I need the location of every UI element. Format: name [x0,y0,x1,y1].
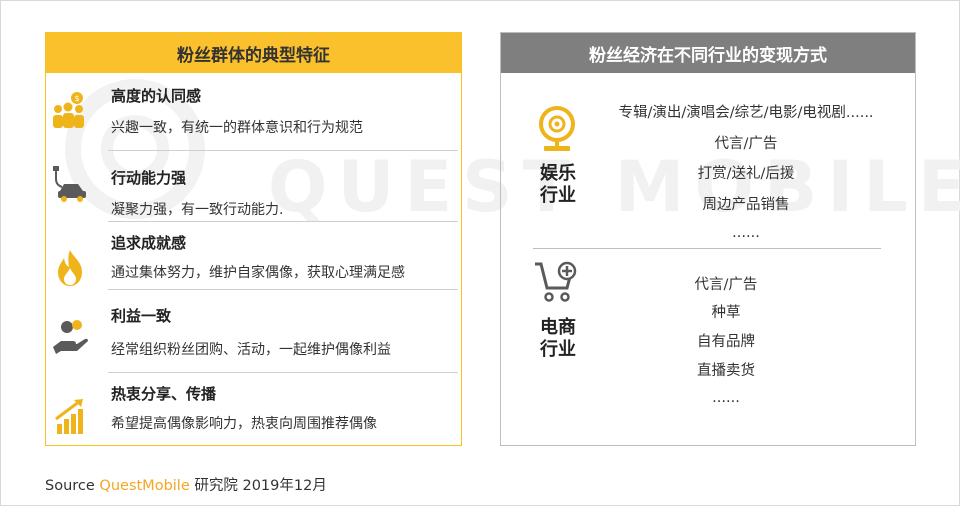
trait-divider [108,289,458,290]
fan-traits-header: 粉丝群体的典型特征 [46,33,461,73]
ecommerce-label-line2: 行业 [540,339,576,360]
ecommerce-label-line1: 电商 [540,317,576,338]
entertainment-label: 娱乐 行业 [537,163,579,207]
ecommerce-item: 代言/广告 [694,277,758,293]
trait-title: 利益一致 [111,307,172,325]
entertainment-label-line1: 娱乐 [540,163,576,184]
ecommerce-item: 直播卖货 [697,363,755,379]
source-prefix: Source [45,478,95,494]
webcam-icon [539,106,575,151]
monetization-header: 粉丝经济在不同行业的变现方式 [501,33,915,73]
ecommerce-item: ...... [712,390,740,406]
trait-desc: 通过集体努力，维护自家偶像，获取心理满足感 [111,265,405,281]
trait-desc: 希望提高偶像影响力，热衷向周围推荐偶像 [111,416,377,432]
people-coin-icon: $ [53,92,84,128]
trait-title: 热衷分享、传播 [111,385,217,403]
entertainment-item: 打赏/送礼/后援 [697,166,795,182]
trait-title: 行动能力强 [111,169,187,187]
trait-desc: 凝聚力强，有一致行动能力. [111,202,284,218]
entertainment-item: ...... [732,225,760,241]
entertainment-item: 周边产品销售 [702,197,790,213]
industry-divider [533,248,881,249]
svg-text:$: $ [74,94,79,103]
trait-desc: 经常组织粉丝团购、活动，一起维护偶像利益 [111,342,391,358]
entertainment-label-line2: 行业 [540,185,576,206]
source-line: Source QuestMobile 研究院 2019年12月 [45,474,327,495]
trait-divider [108,150,458,151]
entertainment-item: 代言/广告 [714,136,778,152]
entertainment-item: 专辑/演出/演唱会/综艺/电影/电视剧...... [618,105,874,121]
hand-coins-icon [53,320,88,354]
trait-divider [108,221,458,222]
cart-add-icon [535,261,577,302]
fan-traits-panel: 粉丝群体的典型特征 $ 高度的认同感 兴趣一致，有统一的群体意识和行为规范 行动… [45,32,462,446]
car-plug-icon [53,166,86,202]
flame-icon [58,250,82,286]
ecommerce-item: 种草 [711,305,741,321]
source-brand: QuestMobile [99,478,190,494]
trait-title: 追求成就感 [111,234,187,252]
trait-desc: 兴趣一致，有统一的群体意识和行为规范 [111,120,363,136]
trait-divider [108,372,458,373]
ecommerce-label: 电商 行业 [537,317,579,361]
growth-chart-icon [55,399,83,434]
trait-title: 高度的认同感 [111,87,202,105]
monetization-panel: 粉丝经济在不同行业的变现方式 娱乐 行业 专辑/演出/演唱会/综艺/电影/电视剧… [500,32,916,446]
ecommerce-item: 自有品牌 [697,334,755,350]
source-suffix: 研究院 2019年12月 [194,478,327,494]
